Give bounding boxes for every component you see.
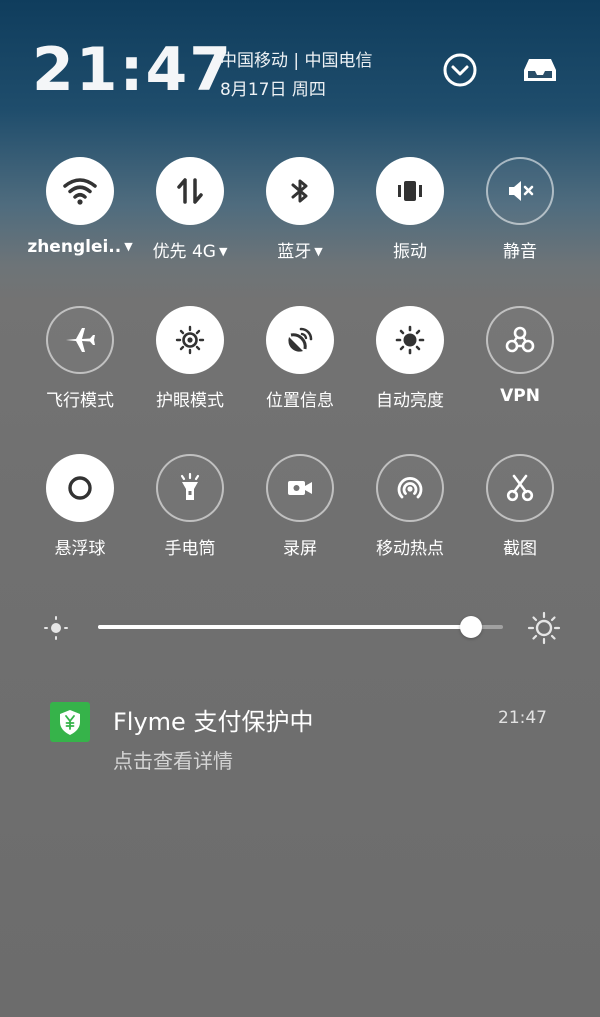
tile-screen-record-toggle[interactable] [266, 454, 334, 522]
notification-time: 21:47 [498, 708, 547, 728]
notification-body: 点击查看详情 [113, 749, 233, 773]
tile-hotspot-toggle[interactable] [376, 454, 444, 522]
payment-shield-icon [60, 710, 80, 735]
tile-bluetooth[interactable]: 蓝牙 ▼ [245, 157, 355, 287]
hotspot-icon [397, 477, 423, 499]
tile-screenshot-toggle[interactable] [486, 454, 554, 522]
tile-mute[interactable]: 静音 [465, 157, 575, 287]
dropdown-caret-icon[interactable]: ▼ [124, 240, 132, 253]
flashlight-icon [180, 472, 200, 500]
tile-flashlight-label: 手电筒 [164, 539, 216, 559]
mobile-data-icon [177, 178, 203, 204]
brightness-slider-thumb[interactable] [459, 616, 482, 638]
wifi-icon [63, 178, 97, 205]
tile-vibrate-label: 振动 [393, 242, 427, 262]
vibrate-icon [398, 181, 422, 201]
brightness-control [0, 600, 600, 656]
auto-brightness-icon [395, 325, 425, 355]
tile-screen-record[interactable]: 录屏 [245, 454, 355, 584]
tile-vibrate-toggle[interactable] [376, 157, 444, 225]
tile-wifi-label: zhenglei.. ▼ [27, 237, 133, 257]
screen-record-icon [288, 481, 312, 495]
tile-eye-protection-label: 护眼模式 [156, 391, 224, 411]
tile-location[interactable]: 位置信息 [245, 306, 355, 436]
notification-title: Flyme 支付保护中 [113, 708, 314, 736]
tile-screen-record-label: 录屏 [283, 539, 317, 559]
tile-hotspot[interactable]: 移动热点 [355, 454, 465, 584]
notification-app-icon [50, 702, 90, 742]
tile-auto-brightness-toggle[interactable] [376, 306, 444, 374]
tile-mute-label: 静音 [503, 242, 537, 262]
vpn-icon [505, 326, 535, 353]
tile-screenshot-label: 截图 [503, 539, 537, 559]
tile-auto-brightness-label: 自动亮度 [376, 391, 444, 411]
tile-airplane-toggle[interactable] [46, 306, 114, 374]
tile-auto-brightness[interactable]: 自动亮度 [355, 306, 465, 436]
airplane-icon [66, 328, 95, 352]
tile-flashlight[interactable]: 手电筒 [135, 454, 245, 584]
tile-airplane[interactable]: 飞行模式 [25, 306, 135, 436]
tile-vpn-toggle[interactable] [486, 306, 554, 374]
brightness-slider[interactable] [98, 616, 503, 638]
tile-mobile-data[interactable]: 优先 4G ▼ [135, 157, 245, 287]
brightness-high-icon [527, 611, 561, 645]
tile-vpn-label: VPN [500, 386, 540, 406]
floating-ball-icon [68, 476, 92, 500]
location-icon [288, 327, 313, 352]
tile-location-toggle[interactable] [266, 306, 334, 374]
bluetooth-icon [291, 179, 308, 203]
tile-bluetooth-toggle[interactable] [266, 157, 334, 225]
mute-icon [509, 181, 534, 201]
tile-vibrate[interactable]: 振动 [355, 157, 465, 287]
tile-wifi-toggle[interactable] [46, 157, 114, 225]
tile-wifi[interactable]: zhenglei.. ▼ [25, 157, 135, 287]
tile-mobile-data-label: 优先 4G ▼ [152, 242, 228, 262]
eye-protection-icon [175, 325, 205, 355]
screenshot-icon [506, 474, 534, 502]
tile-airplane-label: 飞行模式 [46, 391, 114, 411]
brightness-low-icon [44, 616, 68, 640]
tile-floating-ball-toggle[interactable] [46, 454, 114, 522]
tile-eye-protection-toggle[interactable] [156, 306, 224, 374]
notification-card[interactable]: Flyme 支付保护中 21:47 点击查看详情 [0, 690, 600, 790]
tile-mute-toggle[interactable] [486, 157, 554, 225]
tile-floating-ball[interactable]: 悬浮球 [25, 454, 135, 584]
tile-vpn[interactable]: VPN [465, 306, 575, 436]
tile-location-label: 位置信息 [266, 391, 334, 411]
tile-eye-protection[interactable]: 护眼模式 [135, 306, 245, 436]
tile-mobile-data-toggle[interactable] [156, 157, 224, 225]
tile-bluetooth-label: 蓝牙 ▼ [277, 242, 323, 262]
tile-screenshot[interactable]: 截图 [465, 454, 575, 584]
dropdown-caret-icon[interactable]: ▼ [219, 245, 227, 258]
tile-flashlight-toggle[interactable] [156, 454, 224, 522]
tile-floating-ball-label: 悬浮球 [54, 539, 106, 559]
tile-hotspot-label: 移动热点 [376, 539, 444, 559]
dropdown-caret-icon[interactable]: ▼ [314, 245, 322, 258]
quick-settings-grid: zhenglei.. ▼ 优先 4G ▼ 蓝牙 ▼ 振动 静音 飞行模式 护眼模… [0, 0, 600, 580]
brightness-slider-fill [98, 625, 471, 629]
